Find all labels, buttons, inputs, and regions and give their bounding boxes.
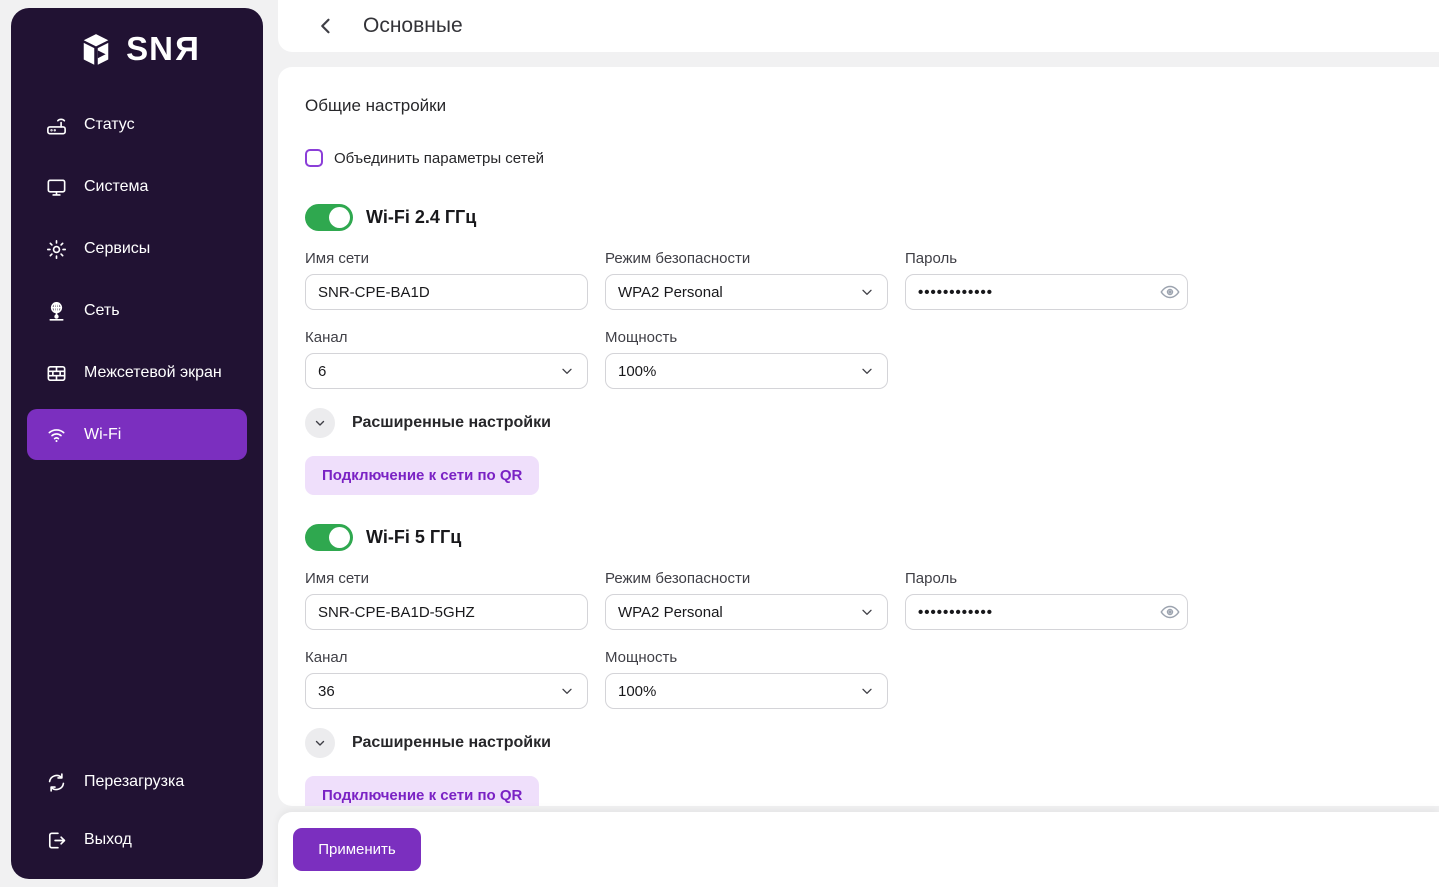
show-password-button[interactable] [1153, 595, 1187, 629]
chevron-down-icon [859, 284, 875, 300]
sidebar-item-wifi[interactable]: Wi-Fi [27, 409, 247, 460]
password-label: Пароль [905, 250, 1188, 267]
channel-value: 36 [318, 683, 335, 700]
sidebar-item-label: Система [84, 178, 148, 196]
chevron-down-circle[interactable] [305, 408, 335, 438]
eye-icon [1159, 601, 1181, 623]
sidebar: SNR Статус Система Сервисы Сеть [11, 8, 263, 879]
page-header: Основные [278, 0, 1439, 52]
security-mode-label: Режим безопасности [605, 570, 888, 587]
security-mode-label: Режим безопасности [605, 250, 888, 267]
chevron-down-icon [313, 416, 327, 430]
wifi-5ghz-section: Wi-Fi 5 ГГц Имя сети Режим безопасности … [305, 524, 1439, 806]
qr-connect-button[interactable]: Подключение к сети по QR [305, 776, 539, 806]
network-name-label: Имя сети [305, 570, 588, 587]
chevron-down-icon [859, 363, 875, 379]
merge-networks-checkbox-row[interactable]: Объединить параметры сетей [305, 149, 1439, 167]
chevron-down-icon [859, 604, 875, 620]
security-mode-select[interactable]: WPA2 Personal [605, 594, 888, 630]
sidebar-item-system[interactable]: Система [11, 156, 263, 218]
sidebar-item-label: Межсетевой экран [84, 364, 222, 382]
wifi-5ghz-toggle[interactable] [305, 524, 353, 551]
power-label: Мощность [605, 329, 888, 346]
globe-network-icon [45, 300, 68, 323]
sidebar-item-firewall[interactable]: Межсетевой экран [11, 342, 263, 404]
password-label: Пароль [905, 570, 1188, 587]
apply-button[interactable]: Применить [293, 828, 421, 871]
sidebar-item-label: Сервисы [84, 240, 150, 258]
power-select[interactable]: 100% [605, 353, 888, 389]
sidebar-item-status[interactable]: Статус [11, 94, 263, 156]
sidebar-bottom: Перезагрузка Выход [11, 765, 263, 857]
settings-card: Общие настройки Объединить параметры сет… [278, 67, 1439, 806]
sidebar-item-logout[interactable]: Выход [11, 823, 263, 857]
toggle-knob [329, 207, 350, 228]
snr-cube-logo-icon [75, 27, 117, 71]
sidebar-item-label: Перезагрузка [84, 773, 184, 791]
channel-label: Канал [305, 329, 588, 346]
channel-label: Канал [305, 649, 588, 666]
chevron-down-icon [859, 683, 875, 699]
advanced-settings-toggle[interactable]: Расширенные настройки [305, 728, 1439, 758]
footer-bar: Применить [278, 812, 1439, 887]
show-password-button[interactable] [1153, 275, 1187, 309]
snr-logo: SNR [75, 26, 199, 72]
merge-networks-label: Объединить параметры сетей [334, 150, 544, 167]
page-title: Основные [363, 14, 463, 38]
channel-select[interactable]: 6 [305, 353, 588, 389]
chevron-left-icon [316, 16, 336, 36]
network-name-input[interactable] [306, 284, 587, 301]
qr-connect-button[interactable]: Подключение к сети по QR [305, 456, 539, 495]
advanced-settings-label: Расширенные настройки [352, 734, 551, 752]
network-name-label: Имя сети [305, 250, 588, 267]
sidebar-item-label: Wi-Fi [84, 426, 121, 444]
firewall-icon [45, 362, 68, 385]
chevron-down-icon [559, 683, 575, 699]
logo-text: SNR [126, 30, 199, 68]
network-name-input[interactable] [306, 604, 587, 621]
sidebar-item-label: Сеть [84, 302, 120, 320]
eye-icon [1159, 281, 1181, 303]
chevron-down-icon [313, 736, 327, 750]
sidebar-item-label: Выход [84, 831, 132, 849]
logout-icon [45, 829, 68, 852]
security-mode-value: WPA2 Personal [618, 284, 723, 301]
monitor-icon [45, 176, 68, 199]
power-value: 100% [618, 683, 656, 700]
wifi-24ghz-section: Wi-Fi 2.4 ГГц Имя сети Режим безопасност… [305, 204, 1439, 524]
password-input[interactable] [906, 604, 1153, 621]
sidebar-item-services[interactable]: Сервисы [11, 218, 263, 280]
sidebar-item-label: Статус [84, 116, 135, 134]
router-status-icon [45, 114, 68, 137]
section-title: Общие настройки [305, 96, 1439, 116]
wifi-icon [45, 423, 68, 446]
gear-icon [45, 238, 68, 261]
advanced-settings-label: Расширенные настройки [352, 414, 551, 432]
power-select[interactable]: 100% [605, 673, 888, 709]
sidebar-item-reboot[interactable]: Перезагрузка [11, 765, 263, 799]
sidebar-item-network[interactable]: Сеть [11, 280, 263, 342]
security-mode-select[interactable]: WPA2 Personal [605, 274, 888, 310]
power-label: Мощность [605, 649, 888, 666]
advanced-settings-toggle[interactable]: Расширенные настройки [305, 408, 1439, 438]
merge-networks-checkbox[interactable] [305, 149, 323, 167]
wifi-24ghz-toggle[interactable] [305, 204, 353, 231]
wifi-5ghz-label: Wi-Fi 5 ГГц [366, 527, 461, 548]
channel-value: 6 [318, 363, 326, 380]
chevron-down-icon [559, 363, 575, 379]
power-value: 100% [618, 363, 656, 380]
channel-select[interactable]: 36 [305, 673, 588, 709]
refresh-icon [45, 771, 68, 794]
back-button[interactable] [315, 15, 337, 37]
password-input[interactable] [906, 284, 1153, 301]
sidebar-nav: Статус Система Сервисы Сеть Межсетевой э… [11, 94, 263, 466]
security-mode-value: WPA2 Personal [618, 604, 723, 621]
wifi-24ghz-label: Wi-Fi 2.4 ГГц [366, 207, 476, 228]
toggle-knob [329, 527, 350, 548]
chevron-down-circle[interactable] [305, 728, 335, 758]
